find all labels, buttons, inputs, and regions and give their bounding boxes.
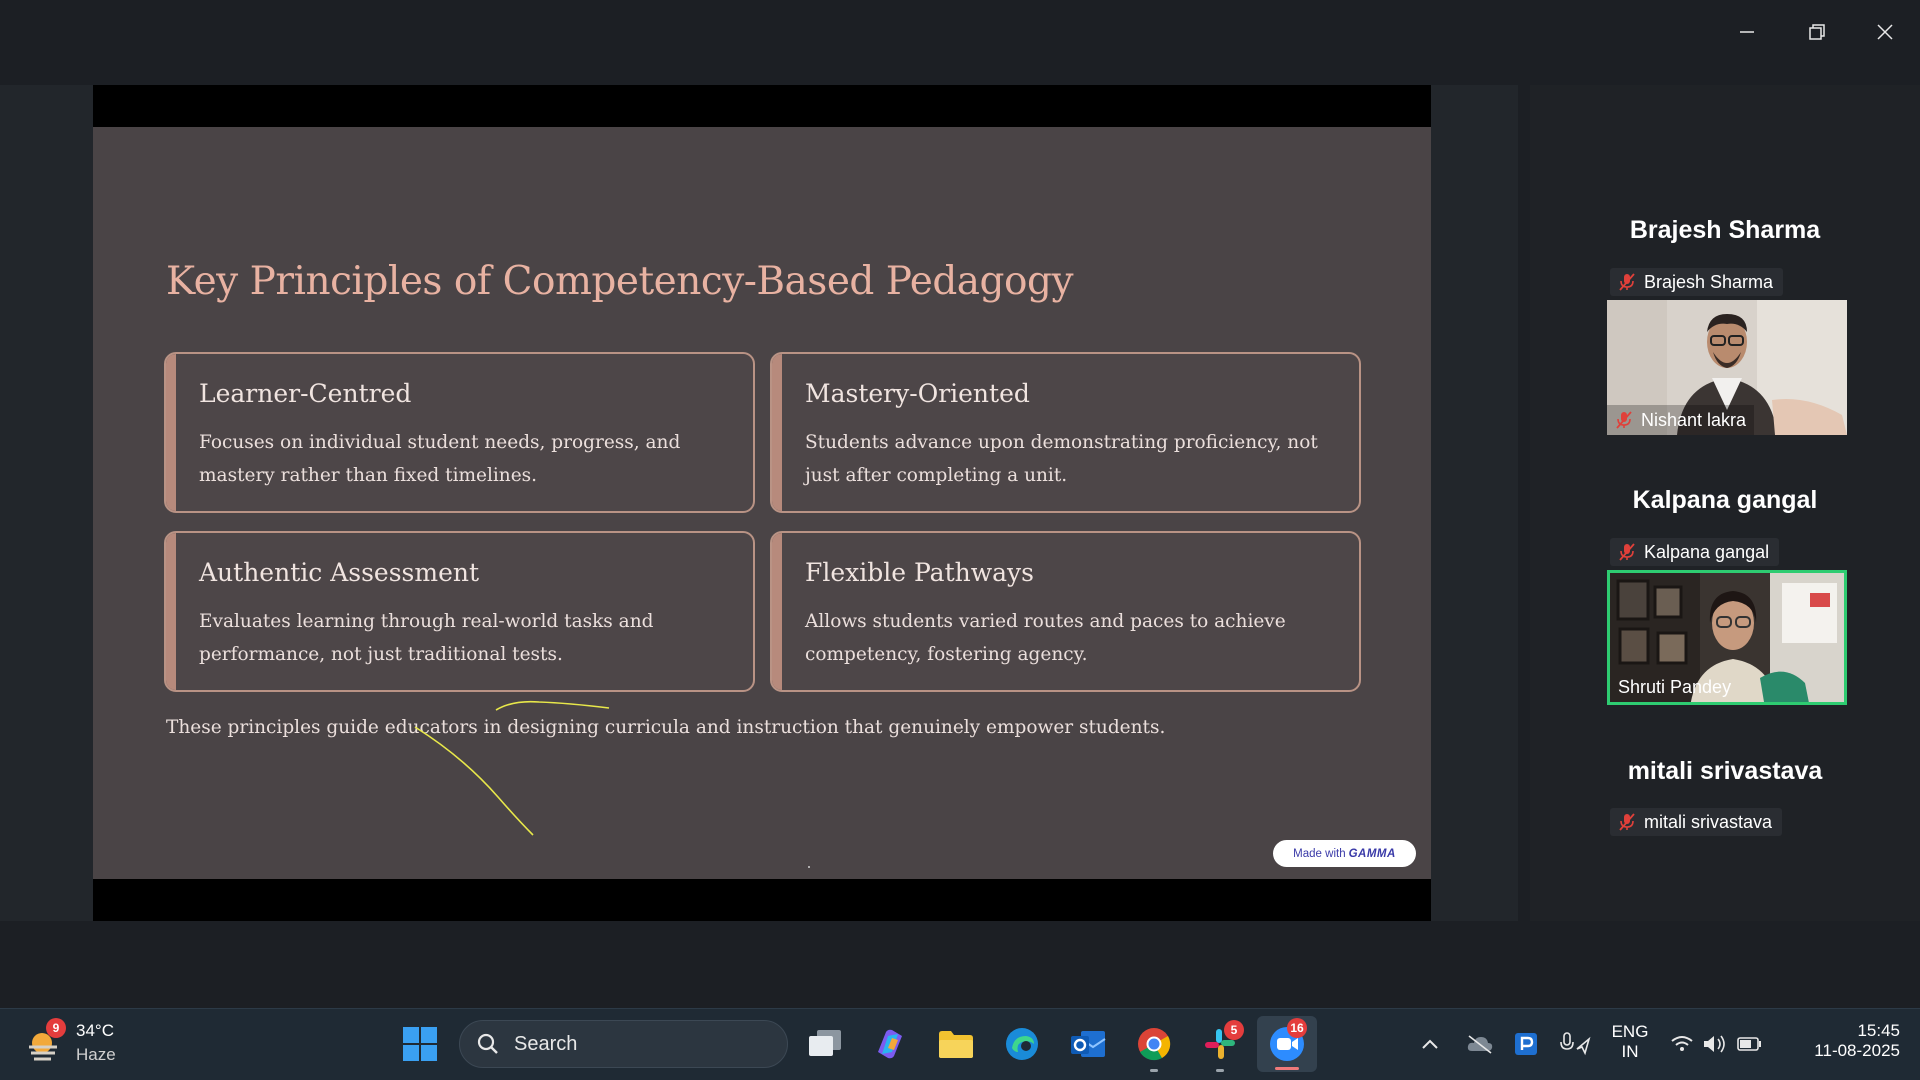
folder-icon xyxy=(939,1031,973,1058)
participant-tag: Kalpana gangal xyxy=(1610,538,1780,566)
edge-icon xyxy=(1006,1028,1038,1060)
network-volume-battery-icons xyxy=(1671,1035,1761,1053)
pen-app-button[interactable] xyxy=(1506,1024,1546,1064)
clock[interactable]: 15:45 11-08-2025 xyxy=(1790,1021,1900,1061)
quick-settings-button[interactable] xyxy=(1668,1024,1768,1064)
participant-tag-label: Brajesh Sharma xyxy=(1644,271,1774,292)
running-indicator xyxy=(1216,1069,1224,1072)
chrome-button[interactable] xyxy=(1134,1024,1174,1064)
outlook-icon xyxy=(1071,1031,1106,1057)
edge-button[interactable] xyxy=(1002,1024,1042,1064)
windows-logo-icon xyxy=(403,1027,437,1061)
file-explorer-button[interactable] xyxy=(936,1024,976,1064)
weather-badge: 9 xyxy=(46,1018,66,1038)
zoom-notification-badge: 16 xyxy=(1287,1018,1307,1038)
chrome-icon xyxy=(1138,1028,1171,1061)
mic-muted-icon xyxy=(1619,273,1635,291)
participant-tag: mitali srivastava xyxy=(1610,808,1783,836)
chevron-up-icon xyxy=(1422,1039,1438,1049)
mic-muted-icon xyxy=(1616,411,1632,429)
active-app-indicator xyxy=(1275,1067,1299,1070)
close-icon xyxy=(1877,24,1893,40)
restore-button[interactable] xyxy=(1797,12,1837,52)
minimize-icon xyxy=(1740,31,1754,33)
active-speaker-video-tile[interactable]: Shruti Pandey xyxy=(1607,570,1847,705)
search-icon xyxy=(477,1033,498,1054)
pen-annotation xyxy=(414,700,810,868)
video-label-text: Nishant lakra xyxy=(1641,409,1747,430)
minimize-button[interactable] xyxy=(1727,12,1767,52)
video-tile[interactable]: Nishant lakra xyxy=(1607,300,1847,435)
running-indicator xyxy=(1150,1069,1158,1072)
blue-app-icon xyxy=(1515,1033,1537,1055)
taskbar-search[interactable]: Search xyxy=(459,1020,788,1068)
participant-name-heading: Brajesh Sharma xyxy=(1629,216,1821,244)
presentation-slide: Key Principles of Competency-Based Pedag… xyxy=(93,127,1431,879)
region-code: IN xyxy=(1621,1042,1639,1061)
video-label: Nishant lakra xyxy=(1607,405,1755,435)
weather-widget[interactable]: 9 xyxy=(24,1018,66,1064)
badge-prefix: Made with xyxy=(1293,847,1346,860)
weather-temperature: 34°C xyxy=(76,1021,114,1040)
video-label-text: Shruti Pandey xyxy=(1618,676,1732,697)
onedrive-button[interactable] xyxy=(1460,1024,1500,1064)
language-indicator[interactable]: ENG IN xyxy=(1605,1022,1655,1062)
search-placeholder: Search xyxy=(514,1032,578,1055)
participant-name-heading: Kalpana gangal xyxy=(1632,486,1818,514)
microphone-in-use-icon xyxy=(1560,1032,1591,1056)
clock-time: 15:45 xyxy=(1857,1021,1900,1040)
outlook-button[interactable] xyxy=(1068,1024,1108,1064)
task-view-icon xyxy=(809,1030,841,1056)
participant-name-heading: mitali srivastava xyxy=(1627,757,1823,785)
mic-muted-icon xyxy=(1619,543,1635,561)
microphone-location-status[interactable] xyxy=(1556,1024,1596,1064)
language-code: ENG xyxy=(1611,1022,1649,1041)
cloud-offline-icon xyxy=(1467,1035,1493,1054)
close-button[interactable] xyxy=(1865,12,1905,52)
slack-button[interactable]: 5 xyxy=(1200,1020,1244,1064)
copilot-icon xyxy=(878,1029,902,1059)
slack-notification-badge: 5 xyxy=(1224,1020,1244,1040)
weather-condition: Haze xyxy=(76,1045,116,1064)
mic-muted-icon xyxy=(1619,813,1635,831)
zoom-button[interactable]: 16 xyxy=(1257,1016,1317,1072)
gamma-logo: GAMMA xyxy=(1348,847,1396,860)
participant-tag: Brajesh Sharma xyxy=(1610,268,1784,296)
participant-tag-label: Kalpana gangal xyxy=(1644,541,1770,562)
participants-panel: Brajesh Sharma Kalpana gangal mitali sri… xyxy=(1530,85,1920,921)
made-with-gamma-badge[interactable]: Made with GAMMA xyxy=(1273,840,1416,867)
restore-icon xyxy=(1809,24,1825,40)
clock-date: 11-08-2025 xyxy=(1814,1041,1900,1060)
start-button[interactable] xyxy=(400,1024,440,1064)
video-label: Shruti Pandey xyxy=(1610,672,1739,702)
participant-tag-label: mitali srivastava xyxy=(1644,811,1773,832)
show-hidden-icons-button[interactable] xyxy=(1410,1024,1450,1064)
zoom-window: Key Principles of Competency-Based Pedag… xyxy=(0,0,1920,1080)
task-view-button[interactable] xyxy=(805,1024,845,1064)
copilot-button[interactable] xyxy=(870,1024,910,1064)
